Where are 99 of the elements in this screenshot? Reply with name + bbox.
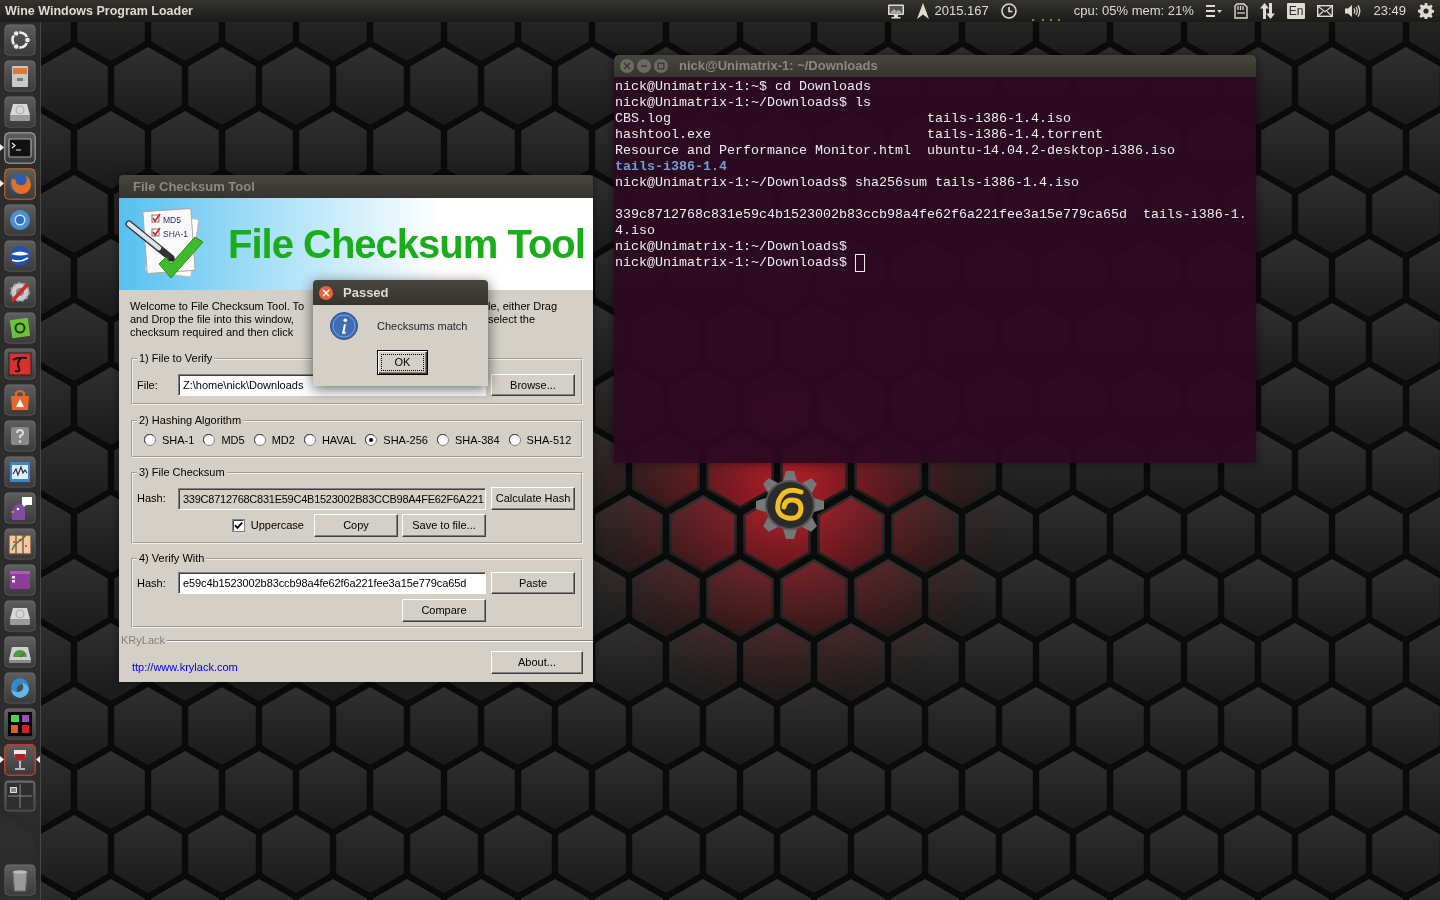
close-icon: [623, 62, 631, 70]
trash-icon[interactable]: [4, 864, 36, 896]
terminal-line: nick@Unimatrix-1:~/Downloads$: [615, 239, 847, 254]
checkbox[interactable]: [231, 519, 245, 532]
group-label: 4) Verify With: [138, 552, 206, 565]
speaker-icon[interactable]: [1345, 4, 1362, 18]
list-menu-icon[interactable]: [1205, 4, 1222, 18]
radio-button[interactable]: [436, 434, 449, 446]
terminal-line: nick@Unimatrix-1:~/Downloads$: [615, 255, 847, 270]
algorithm-option[interactable]: SHA-256: [365, 433, 428, 447]
workspace-grid-icon[interactable]: [4, 780, 36, 812]
memory-card-icon[interactable]: [1233, 3, 1248, 19]
swirl-logo-icon: [756, 471, 824, 539]
save-to-file-button[interactable]: Save to file...: [402, 514, 486, 537]
field-label: Hash:: [137, 492, 167, 505]
algorithm-option[interactable]: SHA-1: [144, 433, 195, 447]
directory-name: tails-i386-1.4: [615, 159, 727, 175]
terminal-line: nick@Unimatrix-1:~$ cd Downloads: [615, 79, 871, 94]
logo-label: MD5: [163, 215, 181, 225]
file-name: tails-i386-1.4.torrent: [927, 127, 1103, 143]
gear-icon[interactable]: [1418, 3, 1434, 19]
wine-glass-icon[interactable]: [4, 744, 36, 776]
window-title: nick@Unimatrix-1: ~/Downloads: [679, 57, 878, 76]
group-label: 3) File Checksum: [138, 466, 226, 479]
globe-icon[interactable]: [4, 240, 36, 272]
folding-screen-icon[interactable]: [4, 528, 36, 560]
hard-drive-icon[interactable]: [4, 600, 36, 632]
file-name: tails-i386-1.4.iso: [927, 111, 1071, 127]
hard-drive-icon[interactable]: [4, 96, 36, 128]
radio-button[interactable]: [203, 434, 216, 446]
field-label: File:: [137, 378, 159, 392]
pixel-monsters-icon[interactable]: [4, 708, 36, 740]
brand-label: KRyLack: [121, 634, 166, 647]
clock-icon[interactable]: [1000, 3, 1017, 19]
date-indicator[interactable]: 2015.167: [934, 3, 989, 19]
group-label: 1) File to Verify: [138, 352, 214, 365]
algorithm-option[interactable]: HAVAL: [303, 433, 357, 447]
envelope-icon[interactable]: [1317, 5, 1334, 17]
monitor-graph-icon[interactable]: [4, 456, 36, 488]
ring-logo-icon[interactable]: [4, 24, 36, 56]
radio-button[interactable]: [365, 434, 378, 446]
display-icon[interactable]: [886, 3, 905, 19]
radio-button[interactable]: [144, 434, 156, 446]
terminal-icon[interactable]: [4, 132, 36, 164]
calculate-hash-button[interactable]: Calculate Hash: [491, 487, 575, 510]
welcome-text: le, either Drag select the: [488, 300, 558, 327]
group-label: 2) Hashing Algorithm: [138, 414, 243, 427]
paste-button[interactable]: Paste: [491, 572, 575, 594]
help-icon[interactable]: [4, 420, 36, 452]
banner-heading: File Checksum Tool: [228, 222, 585, 266]
circle-logo-icon[interactable]: [4, 204, 36, 236]
terminal-line: nick@Unimatrix-1:~/Downloads$ ls: [615, 95, 871, 110]
algorithm-option[interactable]: MD2: [253, 433, 295, 447]
disk-gauge-icon[interactable]: [4, 636, 36, 668]
file-name: ubuntu-14.04.2-desktop-i386.iso: [927, 143, 1175, 159]
terminal-line: nick@Unimatrix-1:~/Downloads$ sha256sum tails-i386-1.4.iso: [615, 175, 1079, 190]
keyboard-layout-indicator[interactable]: En: [1286, 3, 1306, 19]
delta-icon[interactable]: [916, 3, 929, 19]
copy-button[interactable]: Copy: [314, 514, 398, 537]
radio-button[interactable]: [303, 434, 316, 446]
file-name: CBS.log: [615, 111, 671, 127]
browse-button[interactable]: Browse...: [491, 374, 575, 396]
system-load-indicator[interactable]: cpu: 05% mem: 21%: [1073, 3, 1194, 19]
uppercase-option[interactable]: Uppercase: [231, 519, 304, 532]
algorithm-option[interactable]: SHA-512: [508, 433, 572, 447]
window-title: Passed: [343, 283, 389, 302]
calligraphy-tile-icon[interactable]: [4, 348, 36, 380]
file-cabinet-icon[interactable]: [4, 60, 36, 92]
about-button[interactable]: About...: [491, 651, 583, 674]
shopping-bag-icon[interactable]: [4, 384, 36, 416]
algorithm-option[interactable]: MD5: [203, 433, 245, 447]
radio-button[interactable]: [508, 434, 521, 446]
file-name: Resource and Performance Monitor.html: [615, 143, 911, 159]
square-logo-icon[interactable]: [4, 312, 36, 344]
radio-button[interactable]: [253, 434, 266, 446]
hash-field[interactable]: 339C8712768C831E59C4B1523002B83CCB98A4FE62F6A221: [178, 487, 486, 510]
window-title: File Checksum Tool: [133, 177, 255, 196]
compare-button[interactable]: Compare: [402, 599, 486, 622]
maximize-icon: [657, 62, 665, 70]
algorithm-option[interactable]: SHA-384: [436, 433, 500, 447]
close-icon: [322, 288, 330, 297]
app-title: Wine Windows Program Loader: [5, 2, 193, 20]
info-icon: [330, 312, 358, 340]
clock-time[interactable]: 23:49: [1373, 3, 1406, 19]
fox-globe-icon[interactable]: [4, 168, 36, 200]
website-link[interactable]: ttp://www.krylack.com: [132, 661, 238, 674]
transfer-arrows-icon[interactable]: [1259, 3, 1275, 19]
field-label: Hash:: [137, 576, 167, 590]
verify-hash-field[interactable]: e59c4b1523002b83ccb98a4fe62f6a221fee3a15e779ca65d: [178, 572, 486, 594]
dialog-message: Checksums match: [377, 319, 468, 333]
swirl-icon[interactable]: [4, 672, 36, 704]
welcome-text: Welcome to File Checksum Tool. To and Drop the file into this window, checksum required and then click: [130, 300, 305, 339]
close-button[interactable]: [319, 285, 333, 300]
logo-label: SHA-1: [163, 229, 189, 239]
bird-chat-icon[interactable]: [4, 492, 36, 524]
ok-button[interactable]: OK: [377, 350, 428, 375]
wrench-gear-icon[interactable]: [4, 276, 36, 308]
file-name: hashtool.exe: [615, 127, 711, 143]
minimize-icon: [640, 62, 648, 70]
